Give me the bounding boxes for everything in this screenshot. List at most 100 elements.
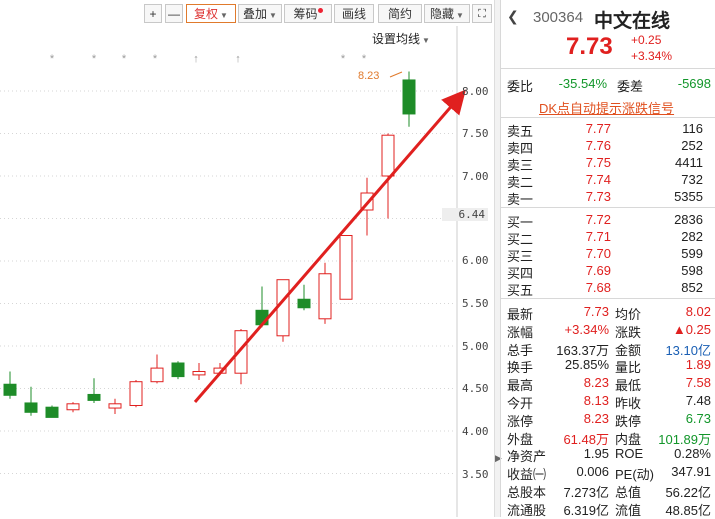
stat-label: 涨跌	[615, 324, 642, 340]
notification-dot-icon	[317, 8, 323, 13]
stat-value: 7.73	[583, 304, 609, 319]
stat-label: 换手	[507, 360, 534, 376]
candle-body	[129, 381, 143, 407]
high-price-marker: 8.23	[358, 70, 380, 82]
candle-body	[297, 298, 311, 309]
stat-value: 7.48	[685, 393, 711, 408]
ma-settings-dropdown[interactable]: 设置均线 ▼	[372, 30, 430, 47]
stat-label: 量比	[615, 360, 642, 376]
stat-label: 流值	[615, 502, 642, 518]
stat-value: 101.89万	[658, 431, 711, 447]
divider	[501, 207, 715, 208]
stat-label: 金额	[615, 342, 642, 358]
kline-chart-panel[interactable]: * * * * ↑ ↑ * * + — 复权 ▼ 叠加 ▼ 筹码 画线 简约 隐藏 ▼ ⛶ 设置均线…	[0, 0, 494, 517]
stat-label: 最新	[507, 307, 534, 322]
y-tick: 7.00	[462, 170, 489, 183]
price-change-pct: +3.34%	[631, 49, 673, 63]
y-tick: 7.50	[462, 127, 489, 140]
summary-button[interactable]: 简约	[378, 4, 422, 23]
y-tick: 6.00	[462, 254, 489, 267]
candle	[402, 71, 416, 127]
dk-signal-link[interactable]: DK点自动提示涨跌信号	[539, 98, 674, 117]
candle	[171, 361, 185, 380]
candle	[24, 386, 38, 416]
zoom-in-button[interactable]: +	[144, 4, 162, 23]
stat-value: 1.89	[685, 357, 711, 373]
stat-value: 0.28%	[674, 446, 711, 462]
ask-volume: 252	[681, 138, 703, 153]
stat-label: 总值	[615, 485, 642, 500]
chips-button[interactable]: 筹码	[284, 4, 332, 23]
bid-price[interactable]: 7.69	[561, 263, 611, 278]
event-marker: *	[153, 53, 158, 65]
draw-line-button[interactable]: 画线	[334, 4, 374, 23]
stat-value: 25.85%	[564, 357, 609, 373]
order-ratio-label: 委比	[507, 79, 534, 94]
candle-body	[45, 406, 59, 418]
y-tick: 5.50	[462, 297, 489, 310]
ma-settings-label: 设置均线	[372, 32, 421, 46]
chevron-down-icon: ▼	[220, 11, 228, 20]
hide-dropdown[interactable]: 隐藏 ▼	[424, 4, 470, 23]
kline-chart[interactable]: * * * * ↑ ↑ * *	[0, 0, 494, 517]
event-marker: *	[362, 53, 367, 65]
event-marker: ↑	[235, 53, 241, 65]
candle-body	[3, 383, 17, 396]
stat-label: 均价	[615, 307, 642, 322]
ask-price[interactable]: 7.76	[561, 138, 611, 153]
event-marker: *	[92, 53, 97, 65]
event-marker: *	[341, 53, 346, 65]
restore-rights-dropdown[interactable]: 复权 ▼	[186, 4, 236, 23]
restore-rights-label: 复权	[194, 7, 219, 21]
zoom-out-button[interactable]: —	[165, 4, 183, 23]
candle-body	[66, 403, 80, 411]
candle-body	[171, 362, 185, 378]
stat-label: 今开	[507, 396, 534, 411]
order-diff-value: -5698	[677, 76, 711, 91]
ask-volume: 5355	[674, 189, 703, 204]
bid-price[interactable]: 7.70	[561, 246, 611, 261]
candle	[108, 398, 122, 414]
stat-value: 7.58	[685, 375, 711, 391]
back-arrow-icon[interactable]: ❮	[507, 8, 519, 25]
chevron-down-icon: ▼	[456, 11, 464, 20]
candle-body	[108, 403, 122, 409]
stat-value: 1.95	[583, 446, 609, 462]
stat-value: 163.37万	[556, 342, 609, 358]
bid-price[interactable]: 7.72	[561, 212, 611, 227]
overlay-dropdown[interactable]: 叠加 ▼	[238, 4, 282, 23]
fullscreen-icon[interactable]: ⛶	[472, 4, 492, 23]
bid-price[interactable]: 7.68	[561, 280, 611, 295]
ask-price[interactable]: 7.74	[561, 172, 611, 187]
chart-toolbar: + — 复权 ▼ 叠加 ▼ 筹码 画线 简约 隐藏 ▼ ⛶	[0, 0, 494, 26]
ask-price[interactable]: 7.77	[561, 121, 611, 136]
candle	[66, 402, 80, 413]
order-ratio-value: -35.54%	[558, 76, 607, 91]
candle	[45, 405, 59, 418]
stat-value: 6.319亿	[563, 502, 609, 518]
candle-body	[24, 402, 38, 413]
candle	[339, 235, 353, 300]
divider	[501, 117, 715, 118]
stat-value: 8.23	[583, 410, 609, 426]
stat-value: 13.10亿	[665, 342, 711, 358]
bid-price[interactable]: 7.71	[561, 229, 611, 244]
stock-code: 300364	[533, 9, 584, 26]
stat-value: 0.006	[576, 464, 609, 480]
candle-body	[339, 235, 353, 300]
stat-label: 最高	[507, 378, 534, 394]
stat-value: 347.91	[671, 464, 711, 480]
bid-volume: 282	[681, 229, 703, 244]
stat-value: ▲0.25	[672, 321, 711, 337]
candle	[129, 380, 143, 408]
stat-label: ROE	[615, 446, 644, 462]
ask-volume: 4411	[675, 155, 703, 170]
ask-volume: 116	[682, 121, 703, 136]
price-change: +0.25	[631, 33, 662, 47]
ask-price[interactable]: 7.75	[561, 155, 611, 170]
y-tick: 8.00	[462, 85, 489, 98]
ask-price[interactable]: 7.73	[561, 189, 611, 204]
candle	[276, 279, 290, 342]
stat-label: 最低	[615, 378, 642, 394]
event-marker: *	[122, 53, 127, 65]
